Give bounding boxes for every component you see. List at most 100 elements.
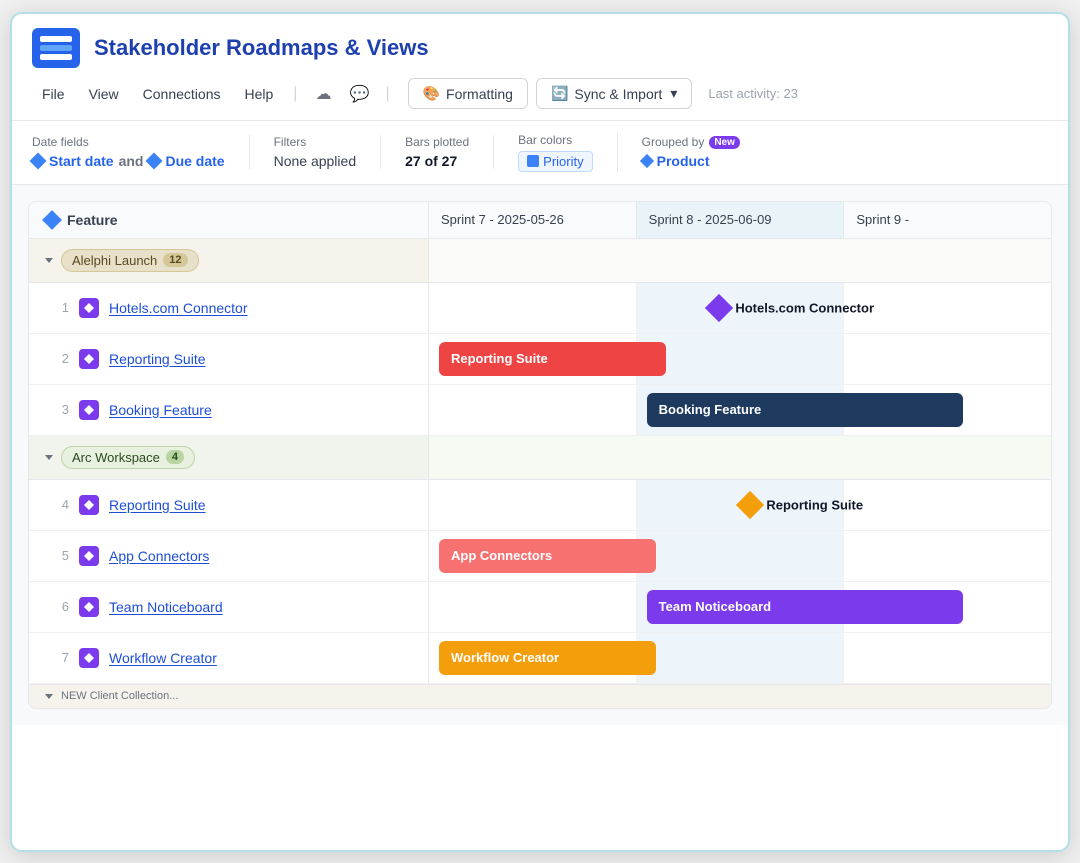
logo-line-1 — [40, 36, 72, 42]
gantt-cell-5-3 — [844, 531, 1051, 581]
gantt-cell-5-1: App Connectors — [429, 531, 637, 581]
gantt-cell-4-1 — [429, 480, 637, 530]
logo-line-3 — [40, 54, 72, 60]
row-right-4: Reporting Suite — [429, 480, 1051, 530]
chevron-down-icon-2[interactable] — [45, 455, 53, 460]
feature-icon-5 — [79, 546, 99, 566]
nav-view[interactable]: View — [79, 80, 129, 108]
bar-colors-label: Bar colors — [518, 133, 592, 147]
start-date-text[interactable]: Start date — [49, 153, 114, 169]
chevron-down-icon: ▾ — [670, 85, 677, 102]
gantt-cell-1-3 — [844, 283, 1051, 333]
nav-separator-2: | — [385, 85, 389, 103]
gantt-cell-2-3 — [844, 334, 1051, 384]
gantt-column-header: Feature — [29, 202, 429, 238]
table-row: 3 Booking Feature Booking Feature — [29, 385, 1051, 436]
gantt-cell-7-1: Workflow Creator — [429, 633, 637, 683]
workflow-creator-bar: Workflow Creator — [439, 641, 656, 675]
row-name-3[interactable]: Booking Feature — [109, 402, 212, 418]
bar-colors-section: Bar colors Priority — [518, 133, 617, 172]
priority-icon — [527, 155, 539, 167]
group-left-2: Arc Workspace 4 — [29, 436, 429, 479]
nav-file[interactable]: File — [32, 80, 75, 108]
row-name-2[interactable]: Reporting Suite — [109, 351, 206, 367]
bottom-hint-text: NEW Client Collection... — [61, 690, 178, 702]
row-num-2: 2 — [45, 351, 69, 366]
app-title: Stakeholder Roadmaps & Views — [94, 35, 429, 61]
group-tag-1[interactable]: Alelphi Launch 12 — [61, 249, 199, 272]
group-right-2 — [429, 436, 1051, 479]
cloud-icon[interactable]: ☁ — [307, 78, 339, 110]
nav-help[interactable]: Help — [234, 80, 283, 108]
arc-reporting-label: Reporting Suite — [766, 497, 863, 512]
row-right-7: Workflow Creator — [429, 633, 1051, 683]
none-applied-text[interactable]: None applied — [274, 153, 357, 169]
app-window: Stakeholder Roadmaps & Views File View C… — [10, 12, 1070, 852]
due-date-text[interactable]: Due date — [165, 153, 224, 169]
row-name-7[interactable]: Workflow Creator — [109, 650, 217, 666]
feature-icon-3 — [79, 400, 99, 420]
sync-icon: 🔄 — [551, 85, 568, 102]
table-row: 4 Reporting Suite Reporting Suite — [29, 480, 1051, 531]
workflow-creator-bar-label: Workflow Creator — [451, 650, 559, 665]
logo-line-2 — [40, 45, 72, 51]
formatting-label: Formatting — [446, 86, 513, 102]
gantt-cell-3-1 — [429, 385, 637, 435]
new-badge: New — [709, 136, 740, 149]
gantt-cell-4-2: Reporting Suite — [637, 480, 845, 530]
gantt-cell-1-1 — [429, 283, 637, 333]
nav-connections[interactable]: Connections — [133, 80, 231, 108]
row-right-6: Team Noticeboard — [429, 582, 1051, 632]
sprint-header-2: Sprint 8 - 2025-06-09 — [637, 202, 845, 238]
gantt-cell-6-2: Team Noticeboard — [637, 582, 845, 632]
bar-colors-value: Priority — [518, 151, 592, 172]
filters-bar: Date fields Start date and Due date Filt… — [12, 121, 1068, 185]
group-left-1: Alelphi Launch 12 — [29, 239, 429, 282]
priority-badge[interactable]: Priority — [518, 151, 592, 172]
gantt-cell-1-2: Hotels.com Connector — [637, 283, 845, 333]
bars-plotted-value: 27 of 27 — [405, 153, 469, 169]
row-name-4[interactable]: Reporting Suite — [109, 497, 206, 513]
app-connectors-bar: App Connectors — [439, 539, 656, 573]
row-num-5: 5 — [45, 548, 69, 563]
row-name-6[interactable]: Team Noticeboard — [109, 599, 223, 615]
table-row: 2 Reporting Suite Reporting Suite — [29, 334, 1051, 385]
chevron-down-icon-1[interactable] — [45, 258, 53, 263]
team-noticeboard-bar: Team Noticeboard — [647, 590, 964, 624]
bars-plotted-count: 27 of 27 — [405, 153, 457, 169]
group-tag-2[interactable]: Arc Workspace 4 — [61, 446, 195, 469]
row-num-6: 6 — [45, 599, 69, 614]
due-date-icon — [146, 153, 163, 170]
group-name-2: Arc Workspace — [72, 450, 160, 465]
sync-import-button[interactable]: 🔄 Sync & Import ▾ — [536, 78, 692, 109]
bottom-hint-row: NEW Client Collection... — [29, 684, 1051, 708]
gantt-cell-7-3 — [844, 633, 1051, 683]
table-row: 6 Team Noticeboard Team Noticeboard — [29, 582, 1051, 633]
header-right: 🎨 Formatting 🔄 Sync & Import ▾ Last acti… — [408, 78, 798, 109]
group-name-1: Alelphi Launch — [72, 253, 157, 268]
reporting-suite-bar: Reporting Suite — [439, 342, 666, 376]
formatting-button[interactable]: 🎨 Formatting — [408, 78, 528, 109]
row-right-5: App Connectors — [429, 531, 1051, 581]
row-name-5[interactable]: App Connectors — [109, 548, 209, 564]
row-name-1[interactable]: Hotels.com Connector — [109, 300, 248, 316]
row-right-2: Reporting Suite — [429, 334, 1051, 384]
bottom-hint-left: NEW Client Collection... — [29, 690, 429, 702]
gantt-cell-4-3 — [844, 480, 1051, 530]
row-left-6: 6 Team Noticeboard — [29, 582, 429, 632]
product-text[interactable]: Product — [657, 153, 710, 169]
feature-icon-2 — [79, 349, 99, 369]
date-fields-value: Start date and Due date — [32, 153, 225, 169]
table-row: 7 Workflow Creator Workflow Creator — [29, 633, 1051, 684]
app-header: Stakeholder Roadmaps & Views File View C… — [12, 14, 1068, 121]
group-row-2: Arc Workspace 4 — [29, 436, 1051, 480]
nav-separator: | — [293, 85, 297, 103]
filters-label: Filters — [274, 135, 357, 149]
gantt-container: Feature Sprint 7 - 2025-05-26 Sprint 8 -… — [28, 201, 1052, 709]
sprint-header-3: Sprint 9 - — [844, 202, 1051, 238]
row-left-4: 4 Reporting Suite — [29, 480, 429, 530]
chat-icon[interactable]: 💬 — [343, 78, 375, 110]
row-right-3: Booking Feature — [429, 385, 1051, 435]
hotels-diamond-marker — [705, 293, 733, 321]
row-num-1: 1 — [45, 300, 69, 315]
